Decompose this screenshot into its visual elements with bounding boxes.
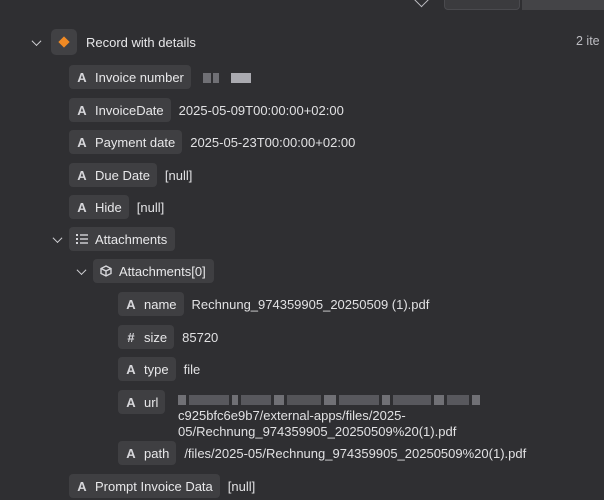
collapse-toggle-root[interactable]	[30, 36, 42, 48]
field-value: 2025-05-23T00:00:00+02:00	[190, 134, 356, 150]
field-payment-date[interactable]: A Payment date 2025-05-23T00:00:00+02:00	[69, 130, 355, 154]
field-label: Attachments[0]	[119, 263, 206, 279]
field-chip: A Invoice number	[69, 65, 191, 89]
record-diamond-icon	[51, 29, 77, 55]
field-label: InvoiceDate	[95, 102, 164, 118]
field-value: Rechnung_974359905_20250509 (1).pdf	[191, 296, 430, 312]
collapse-toggle-attachments[interactable]	[51, 233, 63, 245]
cube-icon	[93, 259, 119, 283]
field-label: path	[144, 445, 170, 461]
chevron-down-icon[interactable]	[413, 0, 430, 8]
text-type-icon: A	[126, 445, 136, 461]
field-value: 2025-05-09T00:00:00+02:00	[178, 102, 344, 118]
field-attachments[interactable]: Attachments	[69, 227, 176, 251]
field-prompt-invoice-data[interactable]: A Prompt Invoice Data [null]	[69, 474, 255, 498]
field-chip: A type	[118, 357, 176, 381]
field-value: [null]	[136, 199, 165, 215]
text-type-icon: A	[77, 102, 87, 118]
field-chip: Attachments	[69, 227, 176, 251]
field-label: type	[144, 361, 169, 377]
field-chip: A Payment date	[69, 130, 183, 154]
field-label: size	[144, 329, 168, 345]
item-count: 2 ite	[576, 34, 600, 48]
list-icon	[69, 227, 95, 251]
field-value: [null]	[227, 478, 256, 494]
field-value-redacted	[202, 70, 251, 85]
field-chip: A url	[118, 390, 166, 414]
url-line-2: c925bfc6e9b7/external-apps/files/2025-	[178, 408, 406, 423]
toolbar-field	[522, 0, 604, 10]
text-type-icon: A	[77, 134, 87, 150]
field-chip: A name	[118, 292, 184, 316]
field-invoice-date[interactable]: A InvoiceDate 2025-05-09T00:00:00+02:00	[69, 98, 344, 122]
field-due-date[interactable]: A Due Date [null]	[69, 163, 192, 187]
url-value: c925bfc6e9b7/external-apps/files/2025- 0…	[178, 392, 578, 440]
field-chip: A InvoiceDate	[69, 98, 171, 122]
text-type-icon: A	[126, 394, 136, 410]
url-line-3: 05/Rechnung_974359905_20250509%20(1).pdf	[178, 424, 457, 439]
field-label: url	[144, 394, 159, 410]
toolbar-button[interactable]	[444, 0, 520, 10]
field-label: Prompt Invoice Data	[95, 478, 213, 494]
collapse-toggle-attachment-0[interactable]	[75, 265, 87, 277]
field-url[interactable]: A url	[118, 390, 166, 414]
field-label: Invoice number	[95, 69, 184, 85]
field-label: Hide	[95, 199, 122, 215]
field-chip: A Due Date	[69, 163, 157, 187]
text-type-icon: A	[77, 69, 87, 85]
record-root-row[interactable]: Record with details	[51, 29, 196, 55]
field-hide[interactable]: A Hide [null]	[69, 195, 164, 219]
field-chip: A path	[118, 441, 177, 465]
attachment-item-0[interactable]: Attachments[0]	[93, 259, 214, 283]
field-chip: A Prompt Invoice Data	[69, 474, 220, 498]
field-chip: # size	[118, 325, 175, 349]
field-path[interactable]: A path /files/2025-05/Rechnung_974359905…	[118, 441, 526, 465]
field-name[interactable]: A name Rechnung_974359905_20250509 (1).p…	[118, 292, 429, 316]
field-chip: A Hide	[69, 195, 129, 219]
field-label: Due Date	[95, 167, 150, 183]
field-label: Attachments	[95, 231, 168, 247]
field-value: 85720	[182, 329, 219, 345]
field-value: /files/2025-05/Rechnung_974359905_202505…	[184, 445, 527, 461]
field-type[interactable]: A type file	[118, 357, 200, 381]
field-value: file	[183, 361, 201, 377]
text-type-icon: A	[77, 167, 87, 183]
url-line-redacted	[178, 392, 578, 408]
field-size[interactable]: # size 85720	[118, 325, 218, 349]
text-type-icon: A	[77, 199, 87, 215]
top-toolbar	[0, 0, 604, 12]
field-label: name	[144, 296, 177, 312]
text-type-icon: A	[126, 361, 136, 377]
record-root-label: Record with details	[86, 34, 196, 50]
text-type-icon: A	[77, 478, 87, 494]
text-type-icon: A	[126, 296, 136, 312]
field-invoice-number[interactable]: A Invoice number	[69, 65, 251, 89]
field-label: Payment date	[95, 134, 176, 150]
field-chip: Attachments[0]	[93, 259, 214, 283]
field-value: [null]	[164, 167, 193, 183]
number-type-icon: #	[127, 329, 135, 345]
